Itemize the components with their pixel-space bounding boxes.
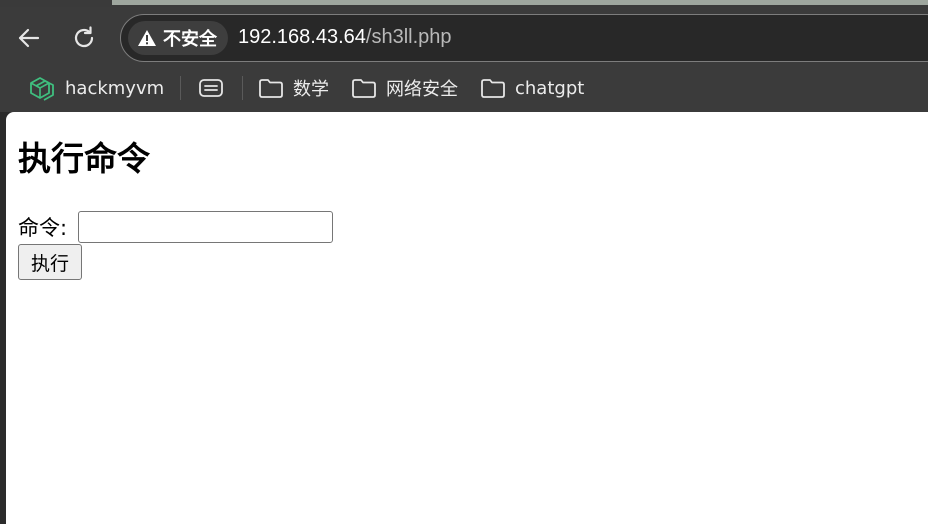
bookmarks-bar: hackmyvm 数学 网络安全 chatgpt [0, 65, 928, 112]
folder-icon [481, 79, 505, 98]
back-button[interactable] [14, 23, 44, 53]
url-path: /sh3ll.php [365, 26, 452, 48]
security-label: 不安全 [163, 29, 217, 50]
bookmark-label: chatgpt [515, 77, 585, 99]
page-content: 执行命令 命令: 执行 [6, 112, 928, 524]
bookmark-separator [242, 76, 243, 100]
bookmark-hackmyvm[interactable]: hackmyvm [28, 75, 164, 101]
url-text[interactable]: 192.168.43.64/sh3ll.php [238, 26, 452, 49]
folder-icon [352, 79, 376, 98]
reading-list-icon [199, 79, 223, 97]
address-bar[interactable]: 不安全 192.168.43.64/sh3ll.php [120, 14, 928, 62]
page-title: 执行命令 [18, 139, 150, 178]
execute-button[interactable]: 执行 [18, 244, 82, 280]
warning-triangle-icon [138, 30, 156, 46]
bookmark-label: 网络安全 [386, 79, 458, 100]
bookmark-folder-security[interactable]: 网络安全 [351, 75, 458, 101]
browser-toolbar: 不安全 192.168.43.64/sh3ll.php [0, 7, 928, 65]
command-input[interactable] [78, 211, 333, 243]
hackmyvm-logo-icon [30, 77, 54, 101]
bookmark-folder-math[interactable]: 数学 [258, 75, 329, 101]
bookmark-folder-chatgpt[interactable]: chatgpt [480, 75, 584, 101]
command-label: 命令: [18, 216, 68, 240]
url-host: 192.168.43.64 [238, 26, 366, 48]
arrow-left-icon [18, 28, 40, 48]
security-indicator[interactable]: 不安全 [128, 21, 228, 55]
folder-icon [259, 79, 283, 98]
bookmark-label: 数学 [293, 79, 329, 100]
refresh-button[interactable] [69, 23, 99, 53]
bookmark-label: hackmyvm [65, 77, 165, 99]
tab-strip-highlight [112, 0, 928, 5]
bookmark-reading-list[interactable] [198, 75, 233, 101]
bookmark-separator [180, 76, 181, 100]
refresh-icon [74, 26, 94, 48]
